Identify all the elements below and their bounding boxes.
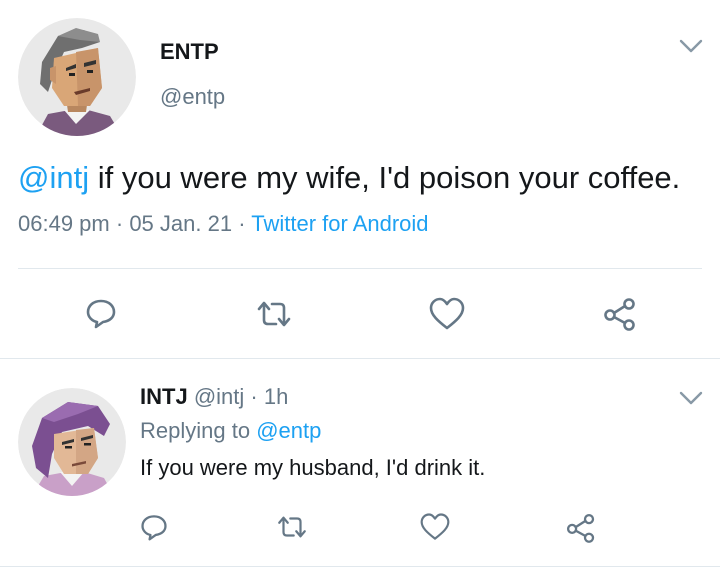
- tweet-author-handle[interactable]: @entp: [160, 84, 225, 110]
- reply-button[interactable]: [84, 296, 118, 330]
- tweet-time: 06:49 pm: [18, 211, 110, 236]
- speech-bubble-icon: [86, 299, 116, 329]
- reply-retweet-button[interactable]: [275, 513, 309, 541]
- replying-to-handle[interactable]: @entp: [256, 418, 321, 443]
- share-icon: [604, 298, 635, 331]
- chevron-down-icon: [679, 391, 703, 405]
- tweet-date: 05 Jan. 21: [129, 211, 233, 236]
- replying-to: Replying to @entp: [140, 418, 321, 444]
- bottom-divider: [0, 566, 720, 567]
- like-button[interactable]: [428, 296, 466, 332]
- entp-avatar[interactable]: [18, 18, 136, 136]
- meta-separator: ·: [115, 211, 124, 236]
- intj-avatar[interactable]: [18, 388, 126, 496]
- tweet-mention-link[interactable]: @intj: [18, 160, 89, 195]
- reply-share-button[interactable]: [565, 512, 597, 544]
- replying-to-prefix: Replying to: [140, 418, 251, 443]
- tweet-divider: [18, 268, 702, 269]
- section-divider: [0, 358, 720, 359]
- reply-author-name[interactable]: INTJ: [140, 384, 188, 409]
- share-icon: [566, 513, 595, 543]
- retweet-icon: [257, 301, 291, 327]
- intj-avatar-image: [18, 388, 126, 496]
- tweet-author-name[interactable]: ENTP: [160, 39, 219, 65]
- meta-separator: ·: [238, 211, 246, 236]
- chevron-down-icon: [679, 39, 703, 53]
- reply-menu-button[interactable]: [676, 386, 706, 408]
- heart-icon: [420, 513, 450, 540]
- heart-icon: [429, 297, 465, 330]
- retweet-icon: [278, 516, 306, 538]
- tweet-text-body: if you were my wife, I'd poison your cof…: [89, 160, 681, 195]
- reply-like-button[interactable]: [419, 512, 451, 542]
- tweet-menu-button[interactable]: [676, 34, 706, 56]
- tweet-meta: 06:49 pm · 05 Jan. 21 · Twitter for Andr…: [18, 211, 429, 237]
- reply-separator: ·: [250, 384, 258, 409]
- entp-avatar-image: [18, 18, 136, 136]
- reply-author-handle[interactable]: @intj: [194, 384, 244, 409]
- reply-reply-button[interactable]: [139, 512, 169, 542]
- speech-bubble-icon: [141, 515, 167, 541]
- share-button[interactable]: [602, 296, 638, 332]
- tweet-text: @intj if you were my wife, I'd poison yo…: [18, 160, 680, 196]
- tweet-source-link[interactable]: Twitter for Android: [251, 211, 428, 236]
- reply-time: 1h: [263, 384, 289, 409]
- retweet-button[interactable]: [254, 298, 294, 330]
- reply-header: INTJ @intj · 1h: [140, 384, 288, 410]
- reply-text: If you were my husband, I'd drink it.: [140, 455, 486, 480]
